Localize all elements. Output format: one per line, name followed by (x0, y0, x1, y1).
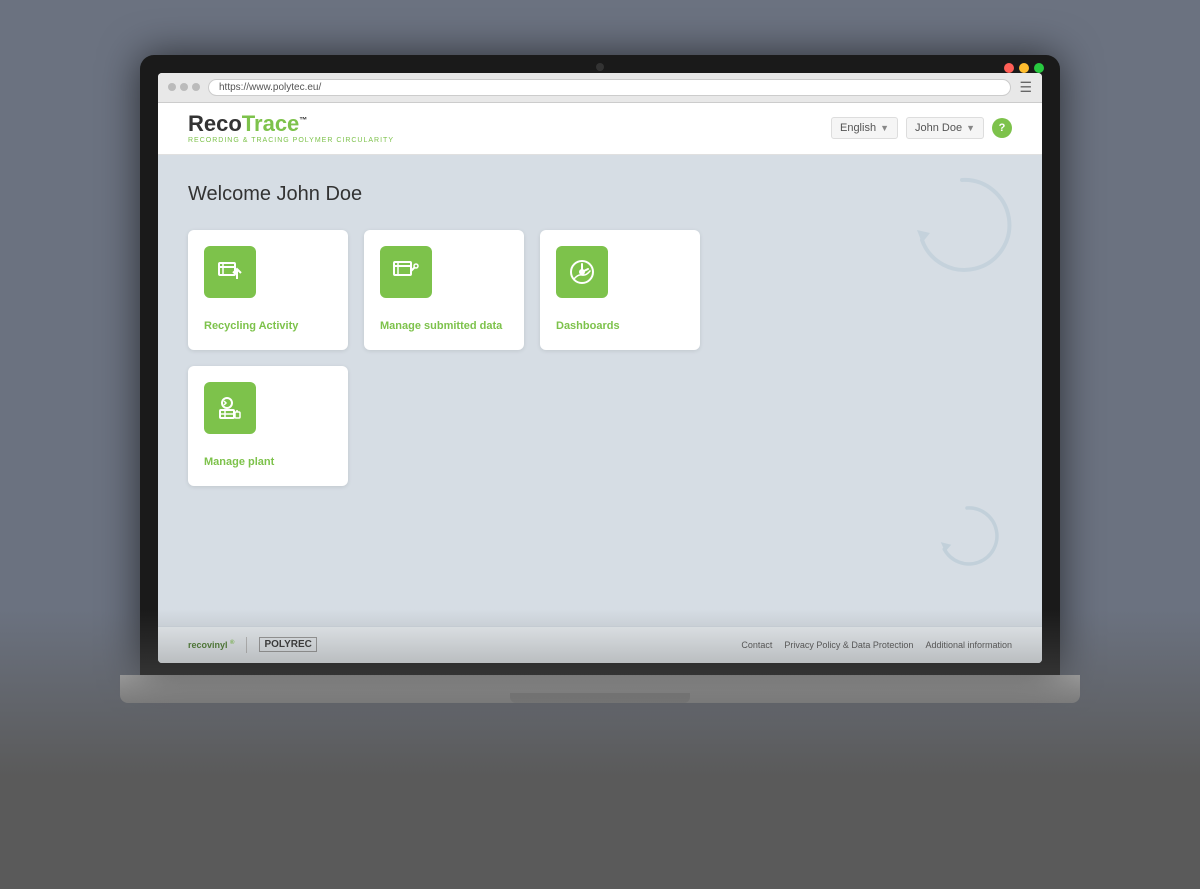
help-label: ? (999, 122, 1006, 134)
manage-plant-label: Manage plant (204, 455, 274, 469)
tl-green (1034, 63, 1044, 73)
logo: RecoTrace™ (188, 113, 394, 135)
dashboard-icon (567, 257, 597, 287)
laptop-notch (510, 693, 690, 703)
tl-yellow (1019, 63, 1029, 73)
logo-area: RecoTrace™ RECORDING & TRACING POLYMER C… (188, 113, 394, 144)
language-selector[interactable]: English ▼ (831, 117, 898, 139)
logo-trace: Trace (242, 111, 300, 136)
footer-link-additional[interactable]: Additional information (925, 640, 1012, 650)
browser-dot-1 (168, 83, 176, 91)
screen-bezel: https://www.polytec.eu/ ☰ RecoTrace™ REC… (140, 55, 1060, 675)
cards-grid: Recycling Activity (188, 230, 748, 486)
header-right: English ▼ John Doe ▼ ? (831, 117, 1012, 139)
bg-circle-bottom-icon (932, 501, 1002, 571)
url-text: https://www.polytec.eu/ (219, 82, 321, 93)
card-dashboards[interactable]: Dashboards (540, 230, 700, 350)
manage-data-icon (391, 257, 421, 287)
language-dropdown-arrow: ▼ (880, 123, 889, 133)
recycling-activity-label: Recycling Activity (204, 319, 298, 333)
manage-submitted-data-label: Manage submitted data (380, 319, 502, 333)
bg-circle-top-icon (902, 165, 1022, 285)
footer-logo-recovinyl: recovinyl ® (188, 640, 234, 650)
site-footer: recovinyl ® POLYREC Contact Privacy Poli… (158, 626, 1042, 663)
browser-menu-icon[interactable]: ☰ (1019, 79, 1032, 96)
plant-icon-bg (204, 382, 256, 434)
footer-link-contact[interactable]: Contact (741, 640, 772, 650)
logo-subtitle: RECORDING & TRACING POLYMER CIRCULARITY (188, 137, 394, 144)
footer-links: Contact Privacy Policy & Data Protection… (741, 640, 1012, 650)
logo-tm: ™ (299, 115, 307, 124)
card-manage-submitted-data[interactable]: Manage submitted data (364, 230, 524, 350)
card-manage-plant[interactable]: Manage plant (188, 366, 348, 486)
footer-logo-polyrec: POLYREC (259, 637, 316, 652)
card-recycling-activity[interactable]: Recycling Activity (188, 230, 348, 350)
website: RecoTrace™ RECORDING & TRACING POLYMER C… (158, 103, 1042, 663)
screen: https://www.polytec.eu/ ☰ RecoTrace™ REC… (158, 73, 1042, 663)
browser-chrome: https://www.polytec.eu/ ☰ (158, 73, 1042, 103)
laptop-base (120, 675, 1080, 703)
url-bar[interactable]: https://www.polytec.eu/ (208, 79, 1011, 96)
manage-data-icon-bg (380, 246, 432, 298)
plant-icon (215, 393, 245, 423)
browser-dot-3 (192, 83, 200, 91)
language-label: English (840, 122, 876, 134)
logo-reco: Reco (188, 111, 242, 136)
recycling-activity-icon-bg (204, 246, 256, 298)
site-header: RecoTrace™ RECORDING & TRACING POLYMER C… (158, 103, 1042, 155)
tl-red (1004, 63, 1014, 73)
browser-dots (168, 83, 200, 91)
footer-separator (246, 637, 247, 653)
footer-link-privacy[interactable]: Privacy Policy & Data Protection (784, 640, 913, 650)
dashboards-label: Dashboards (556, 319, 620, 333)
user-menu[interactable]: John Doe ▼ (906, 117, 984, 139)
welcome-title: Welcome John Doe (188, 183, 1012, 206)
user-label: John Doe (915, 122, 962, 134)
recycling-icon (215, 257, 245, 287)
site-main: Welcome John Doe (158, 155, 1042, 626)
user-dropdown-arrow: ▼ (966, 123, 975, 133)
traffic-lights (1004, 63, 1044, 73)
browser-dot-2 (180, 83, 188, 91)
dashboard-icon-bg (556, 246, 608, 298)
help-button[interactable]: ? (992, 118, 1012, 138)
laptop-frame: https://www.polytec.eu/ ☰ RecoTrace™ REC… (120, 55, 1080, 835)
footer-logos: recovinyl ® POLYREC (188, 637, 317, 653)
